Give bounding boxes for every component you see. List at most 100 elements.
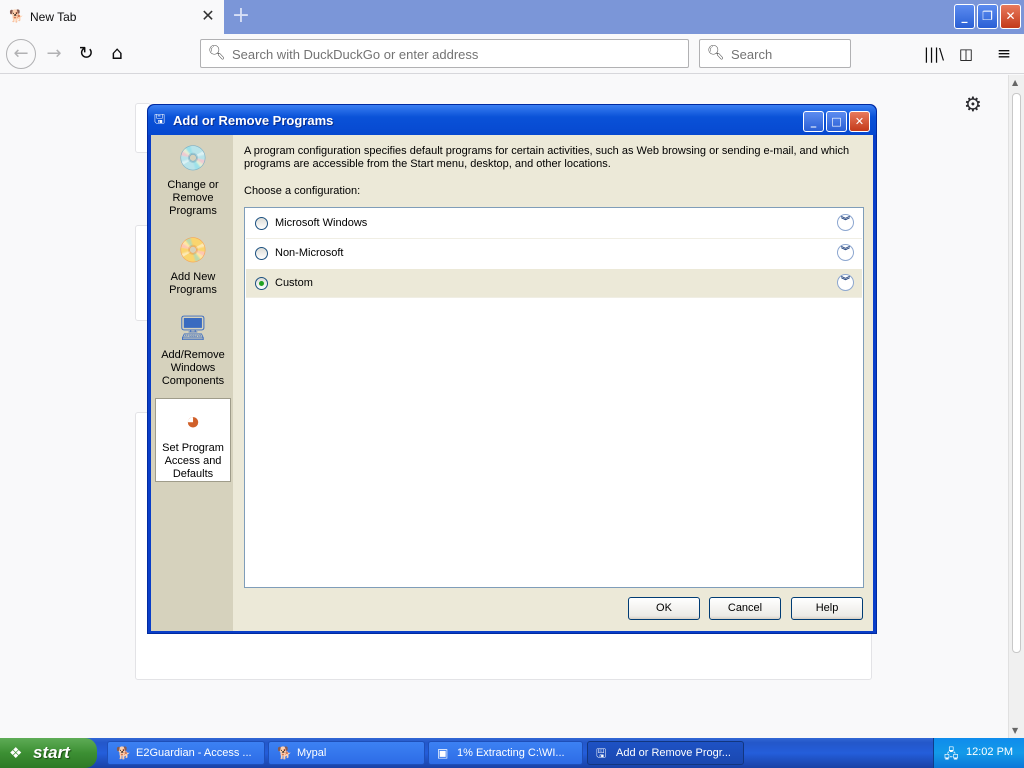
- tab-favicon-icon: 🐕: [9, 9, 24, 23]
- sidebar-button[interactable]: ◫: [952, 40, 980, 68]
- menu-button[interactable]: ≡: [990, 40, 1018, 68]
- taskbar-item-e2guardian[interactable]: 🐕 E2Guardian - Access ...: [107, 741, 265, 765]
- scroll-up-icon[interactable]: ▲: [1012, 78, 1018, 87]
- back-button[interactable]: ←: [6, 39, 36, 69]
- configuration-description: A program configuration specifies defaul…: [244, 145, 850, 170]
- taskbar-item-add-remove-programs[interactable]: 🖫 Add or Remove Progr...: [587, 741, 744, 765]
- program-access-defaults-icon: ◕: [185, 408, 201, 435]
- dialog-body: 💿 Change or Remove Programs 📀 Add New Pr…: [151, 135, 873, 631]
- clock[interactable]: 12:02 PM: [966, 746, 1013, 758]
- home-icon: ⌂: [111, 43, 123, 64]
- cancel-button[interactable]: Cancel: [709, 597, 781, 620]
- configuration-list: Microsoft Windows ︾ Non-Microsoft ︾ Cust…: [244, 207, 864, 588]
- search-bar-placeholder: Search: [731, 47, 773, 62]
- arrow-right-icon: →: [46, 43, 62, 64]
- taskbar-item-7zip-extracting[interactable]: ▣ 1% Extracting C:\WI...: [428, 741, 583, 765]
- forward-button[interactable]: →: [40, 40, 68, 68]
- add-new-programs-icon: 📀: [178, 237, 208, 264]
- expand-chevron-icon[interactable]: ︾: [837, 244, 854, 261]
- library-button[interactable]: |||\: [920, 40, 948, 68]
- radio-button-selected[interactable]: [255, 277, 268, 290]
- nav-change-remove-programs[interactable]: 💿 Change or Remove Programs: [155, 143, 231, 218]
- programs-icon: 🖫: [596, 746, 607, 760]
- config-label: Non-Microsoft: [275, 247, 344, 259]
- taskbar-item-mypal[interactable]: 🐕 Mypal: [268, 741, 425, 765]
- windows-components-icon: 🖥: [177, 315, 209, 342]
- vertical-scrollbar[interactable]: ▲ ▼: [1008, 75, 1024, 738]
- programs-icon: 🖫: [154, 112, 166, 127]
- system-tray: 🖧 12:02 PM: [933, 738, 1024, 768]
- home-button[interactable]: ⌂: [103, 40, 131, 68]
- address-bar[interactable]: 🔍︎ Search with DuckDuckGo or enter addre…: [200, 39, 689, 68]
- radio-button[interactable]: [255, 247, 268, 260]
- config-label: Custom: [275, 277, 313, 289]
- library-icon: |||\: [923, 45, 945, 63]
- config-row-non-microsoft[interactable]: Non-Microsoft ︾: [246, 239, 862, 267]
- nav-set-program-access-defaults[interactable]: ◕ Set Program Access and Defaults: [155, 398, 231, 482]
- nav-label: Add New Programs: [169, 271, 217, 296]
- start-button[interactable]: ❖ start: [0, 738, 97, 768]
- nav-add-new-programs[interactable]: 📀 Add New Programs: [155, 235, 231, 297]
- minimize-icon: _: [961, 9, 968, 23]
- restore-icon: ❐: [982, 9, 993, 23]
- browser-dog-icon: 🐕: [277, 746, 292, 760]
- search-icon: 🔍︎: [208, 45, 226, 61]
- hamburger-menu-icon: ≡: [996, 44, 1012, 64]
- dialog-title-bar[interactable]: 🖫 Add or Remove Programs _ □ ✕: [148, 105, 876, 135]
- start-label: start: [33, 743, 70, 762]
- scrollbar-thumb[interactable]: [1012, 93, 1021, 653]
- search-bar[interactable]: 🔍︎ Search: [699, 39, 851, 68]
- config-row-microsoft-windows[interactable]: Microsoft Windows ︾: [246, 209, 862, 237]
- windows-flag-icon: ❖: [9, 744, 23, 762]
- new-tab-button[interactable]: +: [228, 4, 254, 30]
- tab-new-tab[interactable]: 🐕 New Tab ✕: [0, 0, 224, 34]
- nav-label: Set Program Access and Defaults: [162, 442, 224, 480]
- choose-configuration-label: Choose a configuration:: [244, 185, 361, 197]
- 7zip-icon: ▣: [437, 746, 449, 760]
- gear-icon[interactable]: ⚙: [964, 92, 982, 116]
- ok-button[interactable]: OK: [628, 597, 700, 620]
- config-label: Microsoft Windows: [275, 217, 368, 229]
- tab-title: New Tab: [30, 10, 77, 24]
- dialog-close-button[interactable]: ✕: [849, 111, 870, 132]
- address-bar-placeholder: Search with DuckDuckGo or enter address: [232, 47, 479, 62]
- taskbar-item-label: Add or Remove Progr...: [616, 747, 731, 759]
- arrow-left-icon: ←: [13, 43, 29, 64]
- scroll-down-icon[interactable]: ▼: [1012, 726, 1018, 735]
- expand-chevron-icon[interactable]: ︾: [837, 214, 854, 231]
- window-minimize-button[interactable]: _: [954, 4, 975, 29]
- help-button[interactable]: Help: [791, 597, 863, 620]
- dialog-left-nav: 💿 Change or Remove Programs 📀 Add New Pr…: [151, 135, 233, 631]
- window-restore-button[interactable]: ❐: [977, 4, 998, 29]
- reload-icon: ↻: [78, 43, 94, 64]
- sidebar-icon: ◫: [958, 45, 974, 63]
- radio-button[interactable]: [255, 217, 268, 230]
- minimize-icon: _: [810, 115, 817, 128]
- tab-close-icon[interactable]: ✕: [198, 6, 218, 26]
- dialog-title: Add or Remove Programs: [173, 113, 334, 128]
- expand-chevron-icon[interactable]: ︾: [837, 274, 854, 291]
- window-close-button[interactable]: ✕: [1000, 4, 1021, 29]
- browser-dog-icon: 🐕: [116, 746, 131, 760]
- close-icon: ✕: [854, 115, 865, 128]
- browser-tab-bar: 🐕 New Tab ✕ + _ ❐ ✕: [0, 0, 1024, 34]
- reload-button[interactable]: ↻: [72, 40, 100, 68]
- add-remove-programs-dialog: 🖫 Add or Remove Programs _ □ ✕ 💿 Change …: [147, 104, 877, 634]
- config-row-custom[interactable]: Custom ︾: [246, 269, 862, 297]
- change-remove-programs-icon: 💿: [178, 145, 208, 172]
- search-icon: 🔍︎: [707, 45, 725, 61]
- network-icon[interactable]: 🖧: [944, 745, 959, 767]
- maximize-icon: □: [831, 115, 842, 128]
- dialog-main-panel: A program configuration specifies defaul…: [244, 135, 869, 631]
- taskbar-item-label: 1% Extracting C:\WI...: [457, 747, 565, 759]
- nav-label: Change or Remove Programs: [167, 179, 219, 217]
- dialog-minimize-button[interactable]: _: [803, 111, 824, 132]
- taskbar-item-label: Mypal: [297, 747, 327, 759]
- taskbar-item-label: E2Guardian - Access ...: [136, 747, 252, 759]
- browser-nav-bar: ← → ↻ ⌂ 🔍︎ Search with DuckDuckGo or ent…: [0, 34, 1024, 74]
- taskbar: ❖ start 🐕 E2Guardian - Access ... 🐕 Mypa…: [0, 738, 1024, 768]
- nav-add-remove-windows-components[interactable]: 🖥 Add/Remove Windows Components: [155, 313, 231, 388]
- row-divider: [246, 297, 862, 298]
- nav-label: Add/Remove Windows Components: [161, 349, 225, 387]
- dialog-maximize-button[interactable]: □: [826, 111, 847, 132]
